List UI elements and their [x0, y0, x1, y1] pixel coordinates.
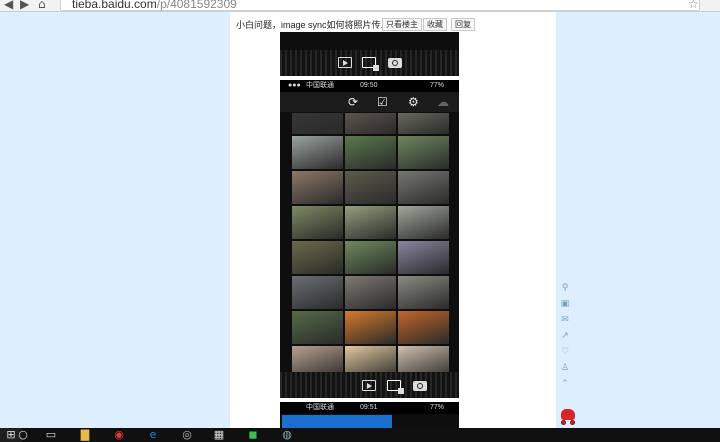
photo-thumbnail[interactable] [292, 136, 343, 169]
gift-icon[interactable]: ▣ [559, 298, 571, 310]
only-op-button[interactable]: 只看楼主 [382, 18, 422, 31]
photo-thumbnail[interactable] [292, 311, 343, 344]
bottom-toolbar [280, 50, 459, 76]
photo-thumbnail[interactable] [398, 311, 449, 344]
photo-thumbnail[interactable] [345, 113, 396, 134]
camera-icon[interactable] [413, 381, 427, 391]
app-icon-2[interactable]: ◍ [276, 428, 298, 442]
photo-thumbnail[interactable] [345, 311, 396, 344]
edge-icon[interactable]: e [142, 428, 164, 442]
photo-thumbnail[interactable] [398, 276, 449, 309]
browser-toolbar: ◀ ▶ ⌂ tieba.baidu.com/p/4081592309 ☆ [0, 0, 720, 12]
photo-thumbnail[interactable] [292, 346, 343, 375]
phone-screenshot-bottom: 中国联通 09:51 77% [280, 402, 459, 428]
battery-label: 77% [430, 82, 445, 89]
star-icon[interactable]: ☆ [688, 0, 699, 11]
photo-thumbnail[interactable] [398, 171, 449, 204]
search-icon[interactable]: ○ [12, 428, 34, 442]
share-icon[interactable]: ↗ [559, 330, 571, 342]
favorite-button[interactable]: 收藏 [423, 18, 447, 31]
slideshow-icon [338, 57, 352, 68]
clock: 09:50 [360, 82, 378, 89]
url-text: tieba.baidu.com/p/4081592309 [72, 0, 237, 11]
photo-thumbnail[interactable] [398, 346, 449, 375]
home-icon[interactable]: ⌂ [38, 0, 46, 11]
back-arrow-icon[interactable]: ◀ [4, 0, 13, 11]
taskbar: ⊞ ○ ▭ ▇ ◉ e ◎ ▦ ◼ ◍ [0, 428, 720, 442]
photo-thumbnail[interactable] [345, 206, 396, 239]
photo-thumbnail[interactable] [398, 136, 449, 169]
rocket-wheel [561, 420, 566, 425]
phone-screenshot-gallery: ●●● 中国联通 09:50 77% ⟳ ☑ ⚙ ☁ [280, 80, 459, 398]
line-icon[interactable]: ◼ [242, 428, 264, 442]
post-title: 小白问题，image sync如何将照片传... [236, 20, 389, 30]
photo-thumbnail[interactable] [345, 346, 396, 375]
select-icon[interactable] [387, 380, 404, 394]
carrier-label: 中国联通 [306, 82, 334, 89]
settings-icon[interactable]: ⚙ [408, 94, 419, 110]
store-icon[interactable]: ▦ [208, 428, 230, 442]
location-icon[interactable]: ⚲ [559, 282, 571, 294]
status-bar: 中国联通 09:51 77% [280, 402, 459, 414]
rocket-body [561, 409, 575, 420]
mail-icon[interactable]: ✉ [559, 314, 571, 326]
photo-thumbnail[interactable] [398, 241, 449, 274]
photo-thumbnail[interactable] [292, 113, 343, 134]
photo-thumbnail[interactable] [292, 171, 343, 204]
gallery-toolbar: ⟳ ☑ ⚙ ☁ [280, 92, 459, 112]
forward-arrow-icon[interactable]: ▶ [20, 0, 29, 11]
photo-thumbnail[interactable] [345, 136, 396, 169]
blue-panel [282, 415, 392, 428]
url-path: /p/4081592309 [156, 0, 237, 11]
photo-thumbnail[interactable] [292, 241, 343, 274]
clock: 09:51 [360, 404, 378, 411]
carrier-label: 中国联通 [306, 404, 334, 411]
sync-icon[interactable]: ⟳ [348, 94, 358, 110]
photo-thumbnail[interactable] [292, 206, 343, 239]
photo-thumbnail[interactable] [345, 241, 396, 274]
photo-grid [292, 113, 449, 375]
camera-icon [388, 58, 402, 68]
signal-icon: ●●● [288, 82, 301, 89]
app-icon[interactable]: ◎ [176, 428, 198, 442]
file-explorer-icon[interactable]: ▇ [74, 428, 96, 442]
up-arrow-icon[interactable]: ⌃ [559, 378, 571, 390]
task-view-icon[interactable]: ▭ [40, 428, 62, 442]
heart-icon[interactable]: ♡ [559, 346, 571, 358]
photo-thumbnail[interactable] [398, 113, 449, 134]
reply-button[interactable]: 回复 [451, 18, 475, 31]
user-icon[interactable]: ♙ [559, 362, 571, 374]
photo-thumbnail[interactable] [292, 276, 343, 309]
photo-thumbnail[interactable] [398, 206, 449, 239]
photo-thumbnail[interactable] [345, 276, 396, 309]
phone-screenshot-top [280, 32, 459, 76]
select-icon[interactable]: ☑ [377, 94, 388, 110]
slideshow-icon[interactable] [362, 380, 376, 391]
chrome-icon[interactable]: ◉ [108, 428, 130, 442]
rocket-wheel [570, 420, 575, 425]
status-bar: ●●● 中国联通 09:50 77% [280, 80, 459, 92]
cloud-off-icon[interactable]: ☁ [437, 94, 449, 110]
back-to-top-icon[interactable] [557, 407, 579, 425]
bottom-toolbar [280, 372, 459, 398]
battery-label: 77% [430, 404, 445, 411]
url-domain: tieba.baidu.com [72, 0, 157, 11]
photo-thumbnail[interactable] [345, 171, 396, 204]
select-icon [362, 57, 379, 71]
